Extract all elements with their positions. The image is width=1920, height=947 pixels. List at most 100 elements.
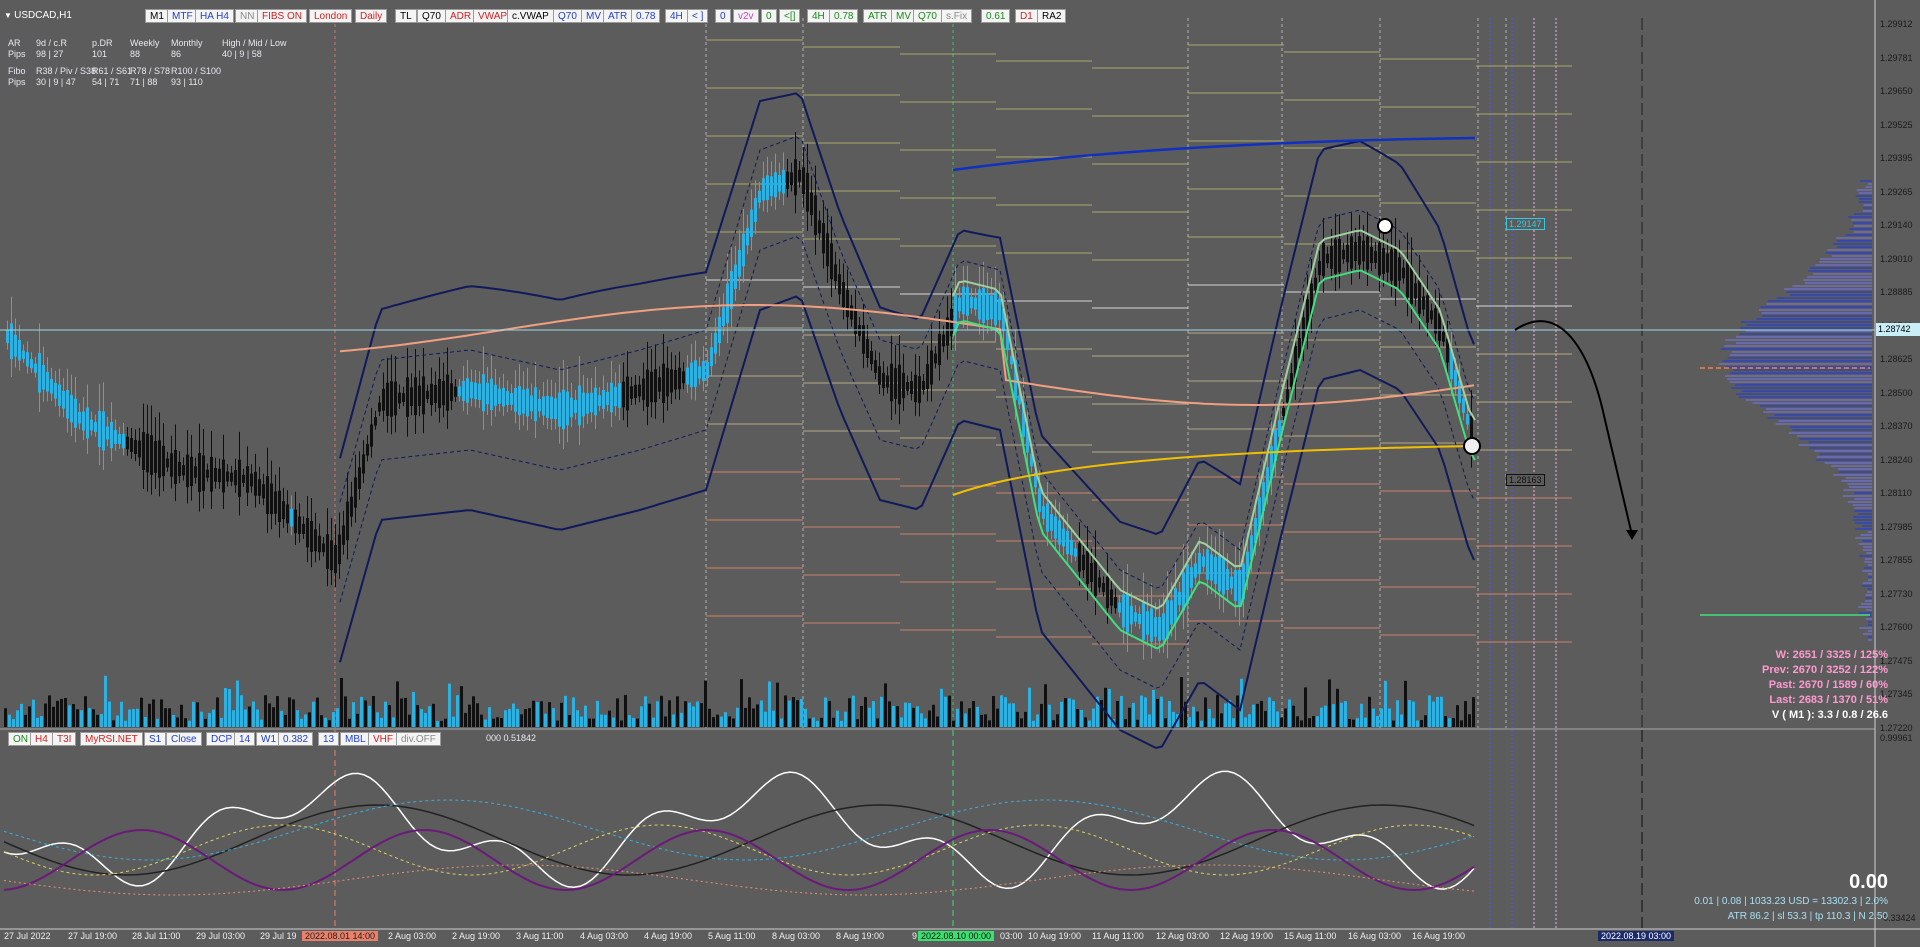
time-axis-label: 15 Aug 11:00 [1284,931,1337,941]
price-axis-label: 1.29010 [1880,253,1913,264]
toolbar-button-fibs-on[interactable]: FIBS ON [257,9,308,23]
risk-big-value: 0.00 [1849,871,1888,893]
toolbar-button-0-78[interactable]: 0.78 [829,9,859,23]
toolbar-button-13[interactable]: 13 [318,732,340,746]
toolbar-button-q70[interactable]: Q70 [417,9,446,23]
toolbar-button-daily[interactable]: Daily [355,9,388,23]
toolbar-button-div-off[interactable]: div.OFF [396,732,441,746]
time-axis-label: 5 Aug 11:00 [708,931,756,941]
toolbar-button-atr[interactable]: ATR [603,9,633,23]
time-axis-label: 2 Aug 19:00 [452,931,501,941]
toolbar-button-dcp[interactable]: DCP [206,732,238,746]
price-chart[interactable] [0,0,1920,947]
time-axis-label: 28 Jul 11:00 [132,931,181,941]
toolbar-button-q70[interactable]: Q70 [913,9,942,23]
price-axis-label: 1.28885 [1880,287,1913,297]
toolbar-button-mbl[interactable]: MBL [340,732,371,746]
toolbar-button-adr[interactable]: ADR [445,9,477,23]
time-axis-label: 29 Jul 19 [260,931,297,941]
toolbar-button-t3i[interactable]: T3I [52,732,77,746]
toolbar-button-4h[interactable]: 4H [665,9,688,23]
stats-cell: 93 | 110 [171,77,203,87]
toolbar-button-q70[interactable]: Q70 [553,9,582,23]
toolbar-button-4h[interactable]: 4H [807,9,830,23]
symbol-label: ▼ USDCAD,H1 [4,10,72,21]
toolbar-button-tl[interactable]: TL [395,9,417,23]
stats-cell: R61 / S61 [92,66,133,76]
current-price-tag: 1.28742 [1876,323,1920,336]
trade-target-marker-icon[interactable] [1377,218,1393,234]
price-axis-label: 1.27600 [1880,622,1913,632]
price-axis-label: 1.28240 [1880,454,1913,465]
time-axis-label: 3 Aug 11:00 [516,931,564,941]
stats-cell: 71 | 88 [130,77,158,87]
toolbar-button-14[interactable]: 14 [234,732,256,746]
toolbar-button-ra2[interactable]: RA2 [1037,9,1067,23]
time-axis-label: 16 Aug 03:00 [1348,931,1402,941]
price-axis-label: 1.28500 [1880,387,1913,398]
toolbar-button--[interactable]: < ] [687,9,709,23]
price-axis-label: 1.29395 [1880,153,1913,163]
stats-cell: 54 | 71 [92,77,120,87]
time-axis-label: 27 Jul 2022 [4,931,51,941]
toolbar-button-0[interactable]: 0 [715,9,731,23]
stats-cell: Weekly [130,38,160,48]
toolbar-button-atr[interactable]: ATR [863,9,893,23]
toolbar-button-0-61[interactable]: 0.61 [981,9,1011,23]
stats-cell: Pips [8,77,26,87]
toolbar-button-v2v[interactable]: v2v [733,9,759,23]
time-axis-label: 11 Aug 11:00 [1092,931,1144,941]
time-axis-label: 03:00 [1000,931,1023,941]
stats-cell: R100 / S100 [171,66,222,76]
risk-line-1: 0.01 | 0.08 | 1033.23 USD = 13302.3 | 2.… [1694,896,1888,907]
toolbar-button-myrsi-net[interactable]: MyRSI.NET [80,732,143,746]
toolbar-button-mtf[interactable]: MTF [167,9,198,23]
price-axis-label: 1.29650 [1880,86,1913,96]
toolbar-button-london[interactable]: London [309,9,353,23]
toolbar-button-vhf[interactable]: VHF [368,732,398,746]
profile-stat-line: V ( M1 ): 3.3 / 0.8 / 26.6 [1771,709,1888,721]
toolbar-button-0-78[interactable]: 0.78 [631,9,661,23]
price-tag-high: 1.29147 [1506,218,1545,230]
trade-entry-marker-icon[interactable] [1463,437,1481,455]
stats-cell: 98 | 27 [36,49,64,59]
time-axis-label: 12 Aug 19:00 [1220,931,1274,941]
stats-cell: 9d / c.R [36,38,68,48]
toolbar-button-0[interactable]: 0 [761,9,777,23]
stats-cell: R78 / S78 [130,66,171,76]
price-axis-label: 1.27220 [1880,722,1913,733]
stats-cell: Pips [8,49,26,59]
toolbar-button-close[interactable]: Close [166,732,202,746]
stats-cell: 40 | 9 | 58 [222,49,262,59]
rsi-axis-top: 0.99961 [1880,733,1913,743]
price-axis-label: 1.27730 [1880,588,1913,599]
stats-cell: Fibo [8,66,26,76]
toolbar-button-c-vwap[interactable]: c.VWAP [507,9,554,23]
toolbar-button-s1[interactable]: S1 [144,732,167,746]
profile-stat-line: Last: 2683 / 1370 / 51% [1769,694,1888,706]
toolbar-button-nn[interactable]: NN [235,9,260,23]
symbol-name: USDCAD,H1 [14,10,72,21]
stats-cell: 86 [171,49,182,59]
toolbar-button-ha-h4[interactable]: HA H4 [195,9,234,23]
toolbar-button--[interactable]: <[] [779,9,801,23]
toolbar-button-m1[interactable]: M1 [145,9,169,23]
price-axis-label: 1.27855 [1880,555,1913,565]
profile-stat-line: W: 2651 / 3325 / 125% [1775,649,1888,661]
profile-stat-line: Past: 2670 / 1589 / 60% [1768,679,1888,691]
stats-cell: High / Mid / Low [222,38,287,48]
time-axis-label: 2 Aug 03:00 [388,931,437,941]
time-axis-label: 8 Aug 03:00 [772,931,821,941]
price-axis-label: 1.29265 [1880,186,1913,197]
profile-stat-line: Prev: 2670 / 3252 / 122% [1762,664,1888,676]
time-axis-label: 2022.08.01 14:00 [302,931,379,941]
stats-cell: Monthly [171,38,203,48]
toolbar-button-h4[interactable]: H4 [30,732,53,746]
time-axis-label: 4 Aug 19:00 [644,931,693,941]
toolbar-button-s-fix[interactable]: s.Fix [941,9,973,23]
stats-cell: 88 [130,49,141,59]
toolbar-button-0-382[interactable]: 0.382 [278,732,314,746]
time-axis-label: 4 Aug 03:00 [580,931,629,941]
price-axis-label: 1.28370 [1880,421,1913,431]
toolbar-button-d1[interactable]: D1 [1015,9,1038,23]
